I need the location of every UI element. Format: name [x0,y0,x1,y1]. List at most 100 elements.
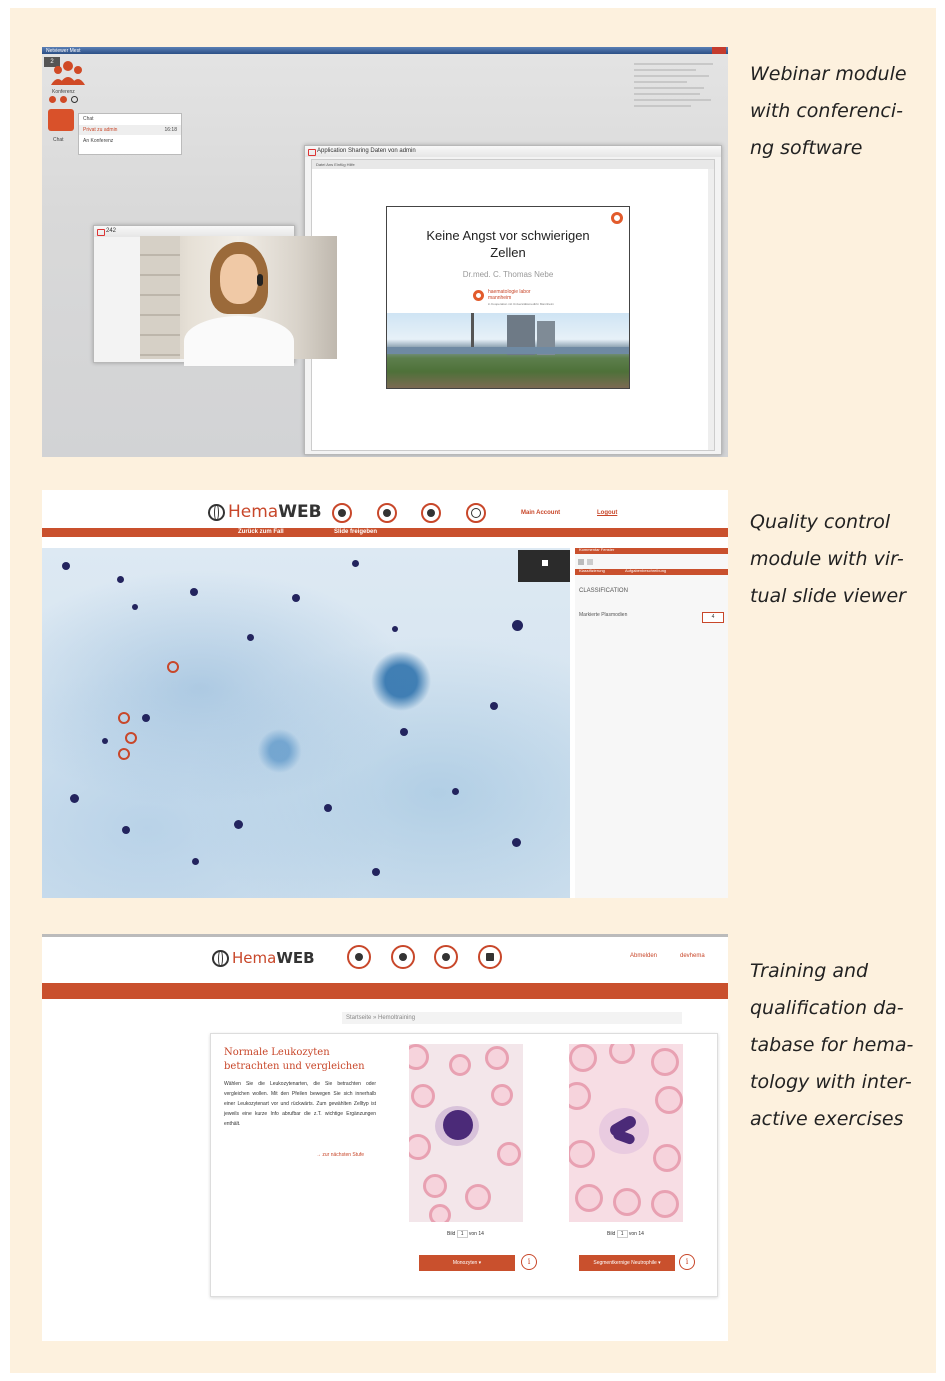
marked-plasmodia-count[interactable]: 4 [702,612,724,623]
marked-plasmodium[interactable] [125,732,137,744]
cell-type-select-right[interactable]: Segmentkernige Neutrophile ▾ [579,1255,675,1271]
rbc [465,1184,491,1210]
rbc [653,1144,681,1172]
breadcrumb: Startseite » Hemoltraining [342,1012,682,1024]
graduation-cap-icon[interactable] [434,945,458,969]
log-text-area [634,59,722,131]
video-feed [140,236,337,366]
exercise-description: Wählen Sie die Leukozytenarten, die Sie … [224,1081,376,1127]
database-icon[interactable] [377,503,397,523]
sharing-window-titlebar[interactable]: Application Sharing Daten von admin [305,146,721,157]
chat-menu-item-time: 16:18 [164,127,177,133]
graduation-cap-icon[interactable] [421,503,441,523]
rss-icon[interactable] [347,945,371,969]
exercise-title-line1: Normale Leukozyten [224,1047,330,1058]
caption-line: Quality control [750,511,891,533]
pager-input[interactable]: 1 [616,1230,628,1238]
logout-link[interactable]: Abmelden [630,953,657,959]
subnav-bar: Zurück zum Fall Slide freigeben [42,528,728,537]
signal-icon[interactable] [71,96,78,103]
exercise-card: Normale Leukozyten betrachten und vergle… [210,1033,718,1297]
info-icon[interactable]: i [679,1254,695,1270]
monocyte-image[interactable] [409,1044,523,1222]
marked-plasmodium[interactable] [118,748,130,760]
database-icon[interactable] [391,945,415,969]
cell [192,858,199,865]
caption-line: Webinar module [750,63,907,85]
caption-webinar: Webinar module with conferenci- ng softw… [750,56,932,167]
hemaweb-logo[interactable]: Hema WEB [208,502,322,522]
user-link[interactable]: devhema [680,953,705,959]
marked-plasmodium[interactable] [118,712,130,724]
cell [132,604,138,610]
exercise-title: Normale Leukozyten betrachten und vergle… [224,1046,365,1074]
chat-menu-item-conference[interactable]: An Konferenz [79,136,181,146]
rbc [651,1190,679,1218]
rbc [409,1044,429,1070]
rss-icon[interactable] [332,503,352,523]
video-window-title: 242 [106,228,117,234]
cell-type-select-left[interactable]: Monozyten ▾ [419,1255,515,1271]
pager-prefix: Bild [607,1231,616,1237]
cell [490,702,498,710]
cell [234,820,243,829]
next-level-link[interactable]: → zur nächsten Stufe [316,1152,364,1158]
header-bar [42,983,728,999]
cell [292,594,300,602]
chat-icon[interactable] [48,109,74,131]
breadcrumb-text[interactable]: Startseite » Hemoltraining [346,1015,415,1021]
chat-menu-item-private-label: Privat zu admin [83,127,118,133]
cell [512,838,521,847]
conference-icon[interactable] [50,59,86,87]
rbc [423,1174,447,1198]
slide-title-line1: Keine Angst vor schwierigen [426,228,590,243]
cell [512,620,523,631]
marked-plasmodium[interactable] [167,661,179,673]
chat-menu-item-conference-label: An Konferenz [83,138,114,144]
cell [372,868,380,876]
conference-label: Konferenz [52,89,75,95]
cell [452,788,459,795]
logo-web-text: WEB [278,502,322,522]
headset-icon [257,274,263,286]
cell [352,560,359,567]
mic-icon[interactable] [49,96,56,103]
shelf-shape [140,236,180,359]
hemaweb-logo[interactable]: Hema WEB [212,949,315,967]
overview-thumbnail[interactable] [518,550,570,582]
conference-tools [49,96,83,104]
camera-icon [97,229,105,236]
slide-lab-name: haematologie labor mannheim in Kooperati… [488,289,554,307]
notes-icon[interactable] [478,945,502,969]
pager-suffix: von 14 [468,1231,484,1237]
chat-menu-item-private[interactable]: Privat zu admin 16:18 [79,125,181,135]
tab-classification[interactable]: Klassifizierung [579,568,605,573]
neutrophil-image[interactable] [569,1044,683,1222]
river-shape [387,347,629,354]
main-account-link[interactable]: Main Account [521,510,560,516]
logo-hema-text: Hema [232,949,277,967]
scrollbar[interactable] [708,169,714,450]
panel-tabs: Klassifizierung Aufgabenbeschreibung [575,568,728,575]
slide-author: Dr.med. C. Thomas Nebe [462,270,554,279]
back-to-case-link[interactable]: Zurück zum Fall [238,529,284,535]
chat-menu-header: Chat [83,116,94,122]
award-icon[interactable] [466,503,486,523]
chat-menu: Chat Privat zu admin 16:18 An Konferenz [78,113,182,155]
person-body [184,316,294,366]
logout-link[interactable]: Logout [597,510,617,516]
window-close-icon[interactable] [712,47,726,54]
cell [102,738,108,744]
caption-line: module with vir- [750,548,904,570]
globe-icon [208,503,225,521]
hand-icon[interactable] [60,96,67,103]
virtual-slide-viewer[interactable] [42,548,570,898]
logo-hema-text: Hema [228,502,279,522]
release-slide-link[interactable]: Slide freigeben [334,529,377,535]
cell [62,562,70,570]
tab-task-description[interactable]: Aufgabenbeschreibung [625,568,666,573]
pager-input[interactable]: 1 [456,1230,468,1238]
info-icon[interactable]: i [521,1254,537,1270]
tool-icon[interactable] [587,559,593,565]
tool-icon[interactable] [578,559,584,565]
